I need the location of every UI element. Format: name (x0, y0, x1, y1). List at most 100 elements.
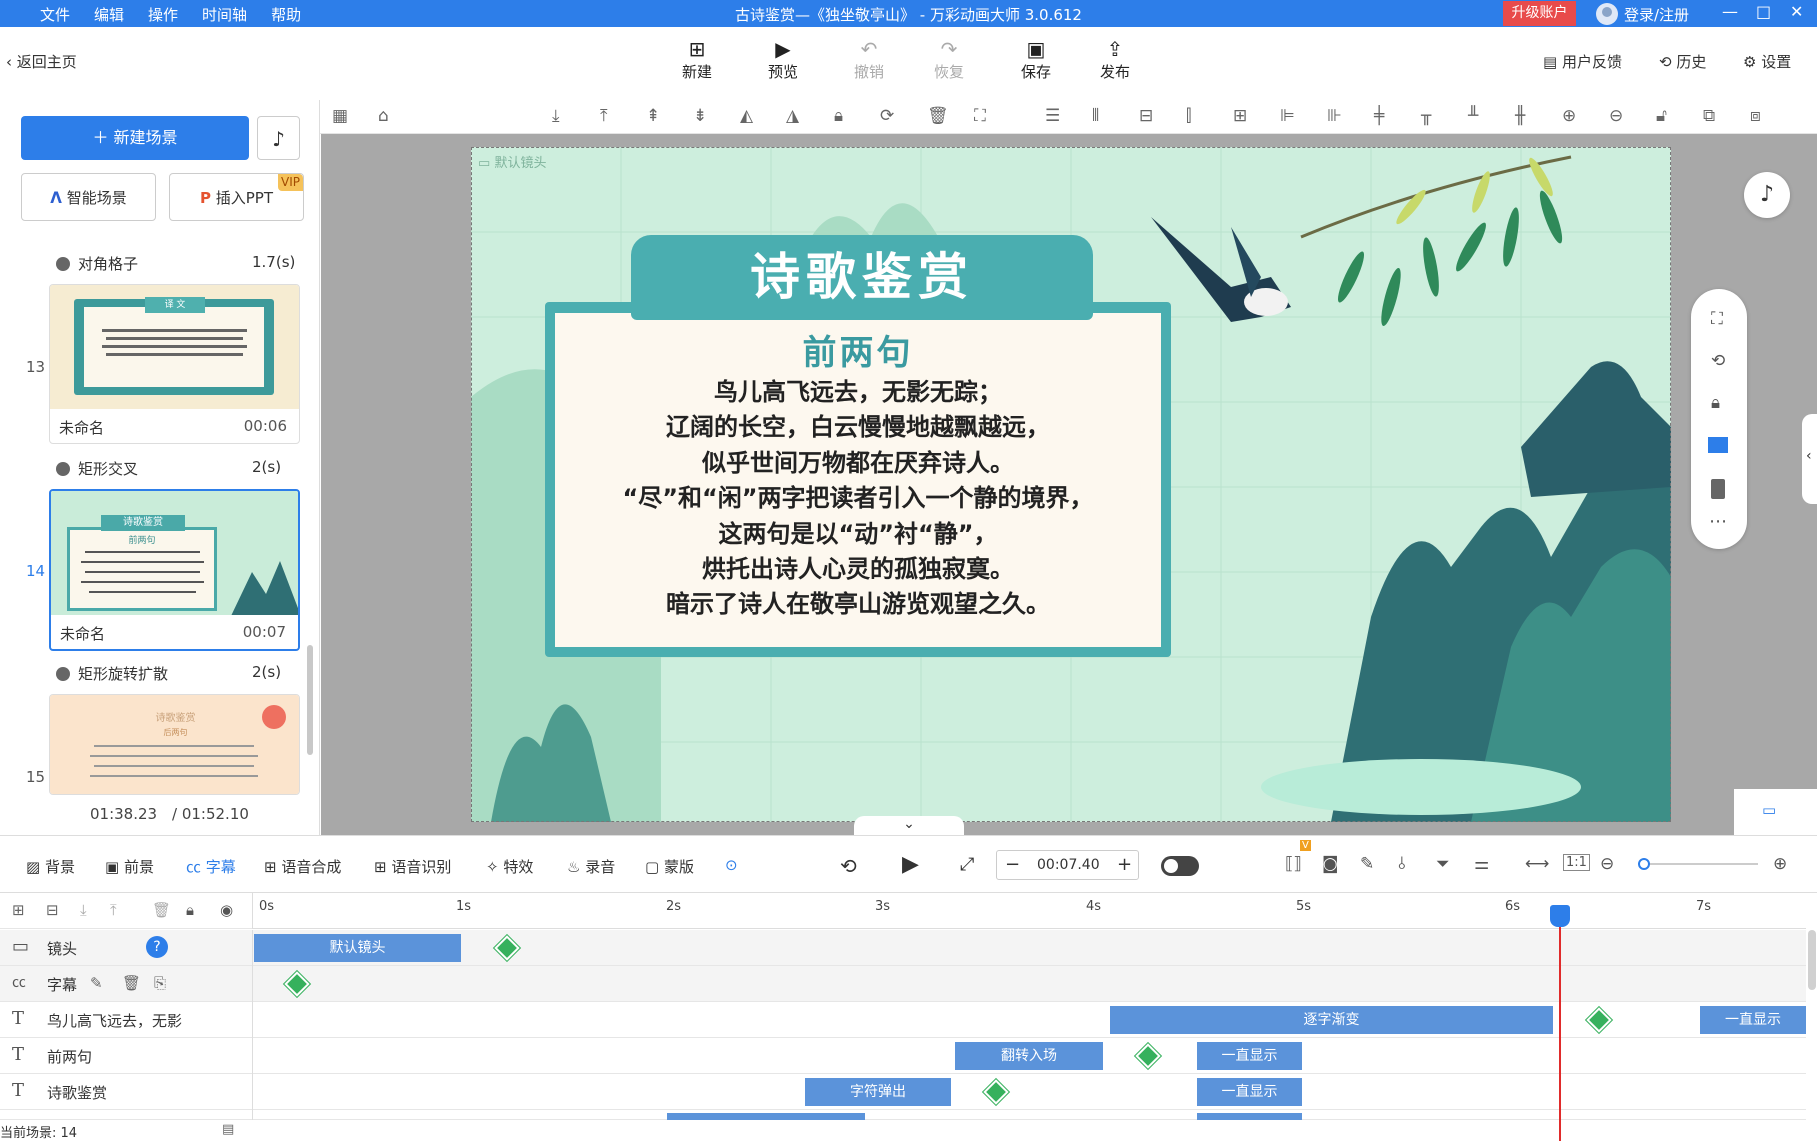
keyframe-add-icon[interactable] (981, 1077, 1011, 1107)
lock-icon[interactable]: 🔒︎ (186, 901, 194, 919)
effect-clip[interactable]: 字符弹出 (805, 1078, 951, 1106)
playhead[interactable] (1559, 905, 1561, 1141)
tab-asr[interactable]: ⊞ 语音识别 (374, 856, 451, 877)
login-button[interactable]: 登录/注册 (1596, 3, 1689, 25)
settings-button[interactable]: ⚙ 设置 (1743, 51, 1791, 72)
lock-icon[interactable]: 🔒︎ (1711, 393, 1720, 413)
move-up-icon[interactable]: ⤒ (110, 901, 117, 919)
align-bottom-icon[interactable]: ⤓ (552, 106, 560, 126)
align-top-icon[interactable]: ⤒ (600, 106, 608, 126)
playhead-handle[interactable] (1550, 905, 1570, 927)
preview-button[interactable]: ▶ 预览 (753, 37, 813, 82)
effect-clip[interactable]: 逐字渐变 (1110, 1006, 1553, 1034)
monitor-icon[interactable] (1708, 437, 1728, 453)
track-row[interactable] (0, 1110, 1806, 1120)
align-left-icon[interactable]: ☰ (1045, 106, 1060, 126)
time-ruler[interactable]: 0s 1s 2s 3s 4s 5s 6s 7s (253, 893, 1806, 929)
canvas-area[interactable]: ▭ 默认镜头 诗歌鉴赏 前两句 鸟儿高飞远去，无影无踪； 辽阔的长空，白云慢慢地… (321, 134, 1817, 835)
folder-icon[interactable]: ⊟ (46, 901, 59, 919)
distribute-icon[interactable]: ⊞ (1233, 106, 1247, 126)
track-row[interactable]: ㏄ 字幕 ✎ 🗑︎ ⎘ (0, 966, 1806, 1002)
fit-icon[interactable]: ⛶ (974, 106, 986, 126)
upgrade-button[interactable]: 升级账户 (1503, 1, 1576, 26)
keyframe-add-icon[interactable] (1584, 1005, 1614, 1035)
more-tabs-button[interactable]: ⊙ (725, 856, 738, 874)
screenshot-icon[interactable]: ⛶ (1711, 309, 1723, 329)
tab-effects[interactable]: ✧ 特效 (486, 856, 533, 877)
import-icon[interactable]: ⎘ (154, 974, 166, 992)
maximize-button[interactable]: □ (1756, 2, 1771, 21)
back-home-link[interactable]: ‹ 返回主页 (6, 51, 77, 72)
tab-mask[interactable]: ▢ 蒙版 (645, 856, 694, 877)
align-h-left-icon[interactable]: ⊫ (1280, 106, 1295, 126)
fullscreen-icon[interactable]: ⤢ (960, 854, 974, 875)
publish-button[interactable]: ⇪ 发布 (1085, 37, 1145, 82)
transition-item[interactable]: 矩形交叉 2(s) (56, 458, 281, 479)
trash-icon[interactable]: 🗑︎ (152, 901, 171, 919)
eye-icon[interactable]: ◉ (220, 901, 233, 919)
scene-card-14[interactable]: 诗歌鉴赏 前两句 未命名 00:07 (49, 489, 300, 651)
music-button[interactable]: ♪ (257, 116, 300, 160)
list-icon[interactable]: ▤ (222, 1122, 234, 1137)
zoom-in-icon[interactable]: ⊕ (1773, 854, 1787, 874)
folder-add-icon[interactable]: ⊞ (12, 901, 25, 919)
tab-background[interactable]: ▨ 背景 (26, 856, 75, 877)
effect-clip[interactable]: 翻转入场 (955, 1042, 1103, 1070)
transition-item[interactable]: 对角格子 1.7(s) (56, 253, 295, 274)
track-row[interactable]: T 前两句 翻转入场 一直显示 (0, 1038, 1806, 1074)
edit-icon[interactable]: ✎ (90, 974, 103, 992)
trash-icon[interactable]: 🗑︎ (122, 974, 141, 992)
filter-icon[interactable]: ⏷ (1436, 854, 1450, 874)
center-h-icon[interactable]: ╪ (1374, 106, 1384, 126)
plus-icon[interactable]: + (1117, 854, 1132, 875)
time-value[interactable]: 00:07.40 (1037, 857, 1100, 873)
move-up-icon[interactable]: ⇞ (646, 106, 660, 126)
keyframe-add-icon[interactable] (492, 933, 522, 963)
scene-card-15[interactable]: 诗歌鉴赏 后两句 (49, 694, 300, 795)
fit-width-icon[interactable]: ⟷ (1525, 854, 1549, 874)
effect-clip[interactable]: 一直显示 (1197, 1042, 1302, 1070)
history-button[interactable]: ⟲ 历史 (1659, 51, 1706, 72)
tracks-scrollbar[interactable] (1808, 930, 1816, 990)
align-center-icon[interactable]: ⫴ (1092, 106, 1099, 126)
smart-scene-button[interactable]: ᐱ 智能场景 (21, 173, 156, 221)
rotate-icon[interactable]: ⟳ (880, 106, 894, 126)
scene-card-13[interactable]: 译 文 未命名 00:06 (49, 284, 300, 444)
zoom-out-icon[interactable]: ⊖ (1600, 854, 1614, 874)
keyframe-add-icon[interactable] (1133, 1041, 1163, 1071)
play-icon[interactable]: ▶ (902, 852, 919, 877)
track-row[interactable]: T 鸟儿高飞远去，无影 逐字渐变 一直显示 (0, 1002, 1806, 1038)
collapse-right-tab[interactable]: ‹ (1802, 414, 1817, 504)
top-align-icon[interactable]: ╥ (1421, 106, 1431, 126)
undo-button[interactable]: ↶ 撤销 (839, 37, 899, 82)
music-float-button[interactable]: ♪ (1744, 172, 1790, 218)
collapse-timeline-toggle[interactable]: ⌄ (854, 816, 964, 835)
save-button[interactable]: ▣ 保存 (1006, 37, 1066, 82)
lock-icon[interactable]: 🔒︎ (834, 106, 843, 126)
layout-icon[interactable]: ▦ (332, 106, 348, 126)
effect-clip[interactable] (1197, 1113, 1302, 1120)
tab-subtitle[interactable]: ㏄ 字幕 (186, 856, 236, 877)
flip-h-icon[interactable]: ◭ (740, 106, 753, 126)
unlock-icon[interactable]: 🔓︎ (1656, 106, 1667, 126)
panel-scrollbar[interactable] (307, 645, 313, 755)
bracket-icon[interactable]: ⟦⟧ (1285, 854, 1302, 874)
camera-icon[interactable]: ◙ (1322, 854, 1339, 874)
split-icon[interactable]: ⫰ (1398, 854, 1405, 874)
move-down-icon[interactable]: ⤓ (80, 901, 87, 919)
new-button[interactable]: ⊞ 新建 (667, 37, 727, 82)
track-row[interactable]: T 诗歌鉴赏 字符弹出 一直显示 (0, 1074, 1806, 1110)
help-icon[interactable]: ? (146, 936, 168, 958)
minimize-button[interactable]: — (1722, 2, 1738, 21)
align-middle-icon[interactable]: ⊟ (1139, 106, 1153, 126)
insert-ppt-button[interactable]: P 插入PPT VIP (169, 173, 304, 221)
one-to-one-icon[interactable]: 1:1 (1563, 854, 1590, 871)
phone-icon[interactable] (1711, 479, 1725, 499)
tab-tts[interactable]: ⊞ 语音合成 (264, 856, 341, 877)
tab-foreground[interactable]: ▣ 前景 (105, 856, 154, 877)
zoom-out-icon[interactable]: ⊖ (1609, 106, 1623, 126)
delete-icon[interactable]: 🗑︎ (927, 106, 949, 126)
redo-button[interactable]: ↷ 恢复 (919, 37, 979, 82)
time-stepper[interactable]: − 00:07.40 + (996, 850, 1139, 880)
center-v-icon[interactable]: ╫ (1515, 106, 1525, 126)
